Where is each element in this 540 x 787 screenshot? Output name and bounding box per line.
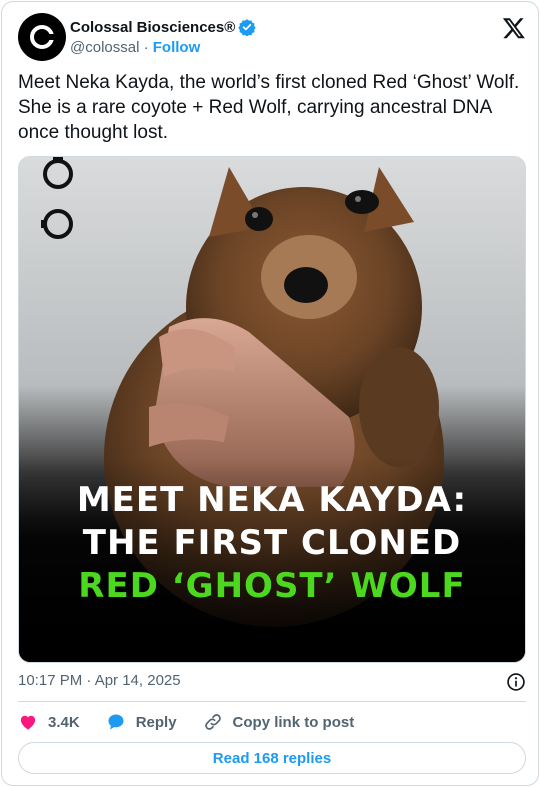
author-handle-line: @colossal · Follow — [70, 39, 200, 56]
like-count: 3.4K — [48, 713, 80, 731]
like-button[interactable]: 3.4K — [18, 712, 80, 732]
post-meta: 10:17 PM · Apr 14, 2025 — [18, 672, 526, 692]
handle-separator: · — [143, 39, 149, 56]
author-avatar[interactable] — [18, 13, 66, 61]
reply-label: Reply — [135, 713, 177, 731]
ring-icon — [43, 157, 73, 189]
read-replies-button[interactable]: Read 168 replies — [18, 742, 526, 774]
author-name[interactable]: Colossal Biosciences® — [70, 19, 235, 36]
colossal-logo-icon — [30, 25, 54, 49]
ring-icon — [41, 209, 73, 239]
copy-link-label: Copy link to post — [232, 713, 355, 731]
x-logo-icon[interactable] — [502, 16, 526, 40]
post-text: Meet Neka Kayda, the world’s first clone… — [18, 72, 520, 143]
post-actions: 3.4K Reply Copy link to post — [18, 710, 526, 734]
post-media-image[interactable]: MEET NEKA KAYDA: THE FIRST CLONED RED ‘G… — [18, 156, 526, 663]
embedded-post-card: Colossal Biosciences® @colossal · Follow… — [1, 1, 539, 786]
author-name-line: Colossal Biosciences® — [70, 18, 256, 36]
media-caption-line-2: THE FIRST CLONED — [82, 523, 462, 563]
info-icon[interactable] — [506, 672, 526, 692]
reply-bubble-icon — [108, 714, 124, 730]
copy-link-button[interactable]: Copy link to post — [203, 712, 355, 732]
follow-button[interactable]: Follow — [153, 39, 201, 56]
media-caption-line-1: MEET NEKA KAYDA: — [76, 480, 468, 520]
heart-icon — [20, 715, 36, 730]
verified-badge-icon — [238, 19, 256, 36]
media-caption-line-3: RED ‘GHOST’ WOLF — [78, 566, 466, 606]
author-handle[interactable]: @colossal — [70, 39, 139, 56]
post-timestamp[interactable]: 10:17 PM · Apr 14, 2025 — [18, 672, 181, 689]
link-icon — [204, 714, 221, 730]
post-header: Colossal Biosciences® @colossal · Follow — [18, 13, 526, 61]
reply-button[interactable]: Reply — [106, 712, 177, 732]
divider — [18, 701, 526, 702]
